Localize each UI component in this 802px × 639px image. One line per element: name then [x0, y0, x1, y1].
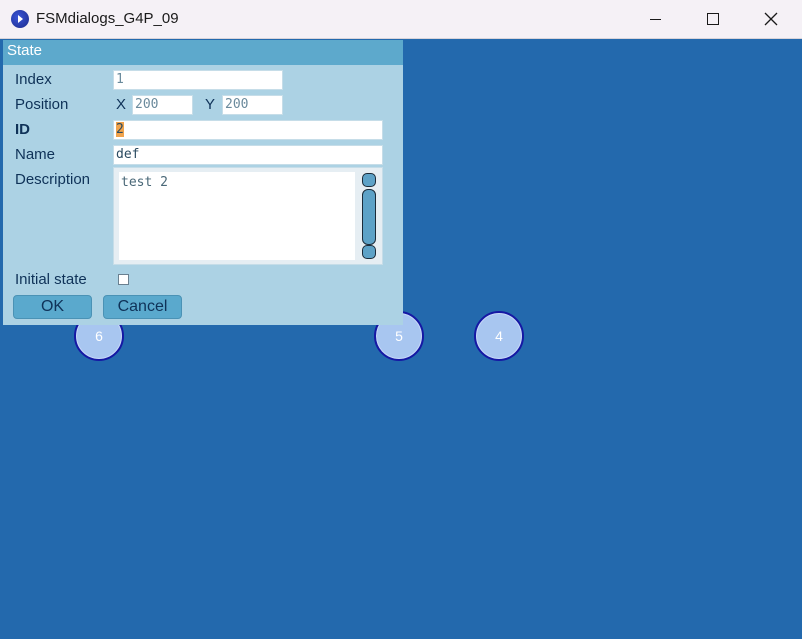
window-title: FSMdialogs_G4P_09	[36, 10, 179, 27]
id-field[interactable]: 2	[113, 120, 383, 140]
name-label: Name	[15, 146, 56, 163]
state-dialog: State Index 1 Position X 200 Y 200 ID 2 …	[3, 40, 403, 325]
close-button[interactable]	[748, 0, 794, 38]
description-label: Description	[15, 171, 91, 188]
close-icon	[764, 12, 778, 26]
index-label: Index	[15, 71, 52, 88]
maximize-icon	[707, 13, 719, 25]
cancel-button[interactable]: Cancel	[103, 295, 182, 319]
initial-state-checkbox[interactable]	[118, 274, 129, 285]
app-icon	[11, 10, 29, 28]
description-textarea[interactable]: test 2	[119, 172, 355, 260]
title-bar: FSMdialogs_G4P_09	[0, 0, 802, 39]
selected-text: 2	[116, 122, 124, 137]
ok-button[interactable]: OK	[13, 295, 92, 319]
id-label: ID	[15, 121, 30, 138]
name-field[interactable]: def	[113, 145, 383, 165]
maximize-button[interactable]	[690, 0, 736, 38]
y-label: Y	[205, 96, 216, 113]
x-position-field[interactable]: 200	[132, 95, 193, 115]
minimize-button[interactable]	[632, 0, 678, 38]
scrollbar-thumb[interactable]	[362, 189, 376, 245]
state-node[interactable]: 4	[474, 311, 524, 361]
index-field[interactable]: 1	[113, 70, 283, 90]
scroll-up-button[interactable]	[362, 173, 376, 187]
dialog-title[interactable]: State	[3, 40, 403, 65]
initial-state-label: Initial state	[15, 271, 87, 288]
minimize-icon	[649, 18, 661, 20]
y-position-field[interactable]: 200	[222, 95, 283, 115]
position-label: Position	[15, 96, 69, 113]
description-area: test 2	[113, 167, 383, 265]
x-label: X	[116, 96, 127, 113]
scroll-down-button[interactable]	[362, 245, 376, 259]
